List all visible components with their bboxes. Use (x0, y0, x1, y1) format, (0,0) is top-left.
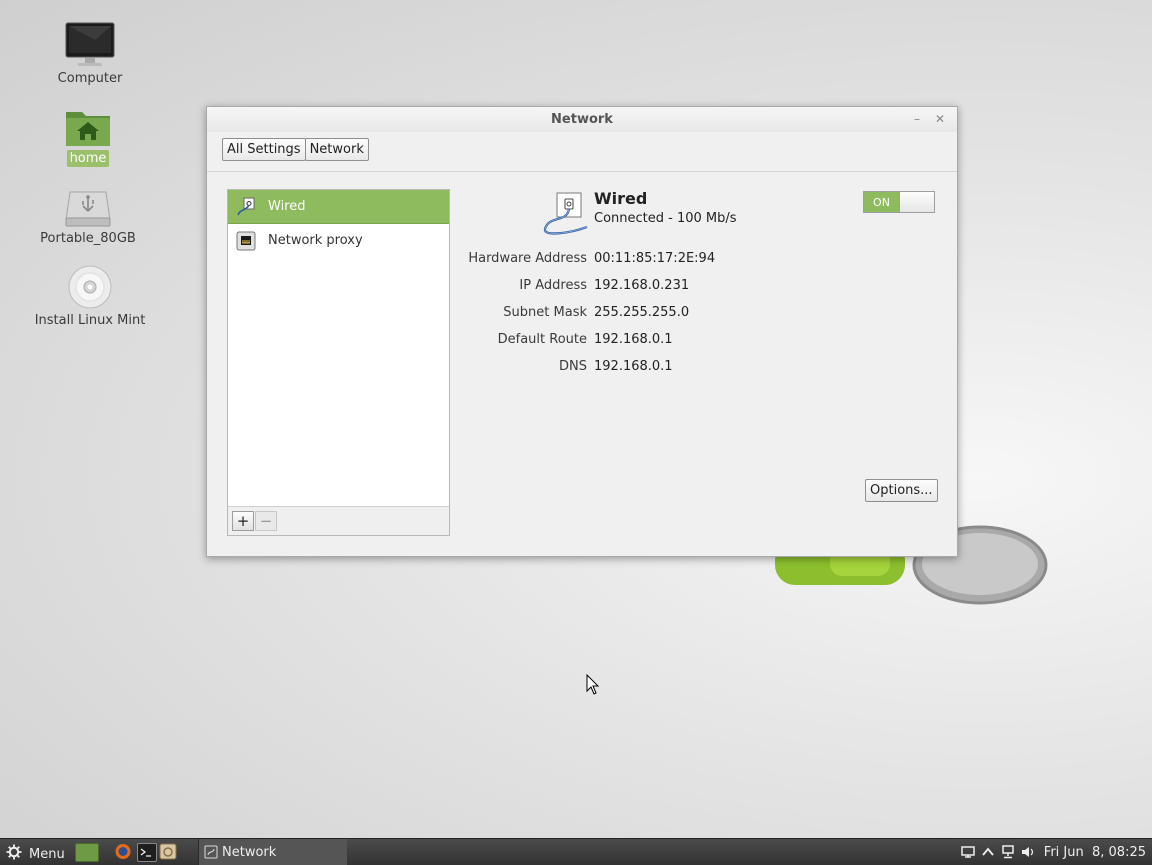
window-titlebar[interactable]: Network – ✕ (207, 107, 957, 132)
connection-name: Wired (594, 189, 648, 208)
sidebar-item-label: Network proxy (268, 233, 363, 248)
desktop-icon-home[interactable]: home (23, 108, 153, 167)
window-title: Network (551, 112, 613, 127)
desktop-icon-label: Install Linux Mint (34, 313, 146, 328)
system-tray: Fri Jun 8, 08:25 (960, 844, 1146, 860)
firefox-icon[interactable] (114, 843, 132, 860)
desktop-icon-label: Portable_80GB (40, 231, 136, 246)
desktop-icon-portable[interactable]: Portable_80GB (23, 188, 153, 247)
property-value: 192.168.0.1 (594, 359, 673, 374)
network-proxy-icon (236, 231, 256, 251)
usb-drive-icon (64, 188, 112, 228)
mouse-cursor-icon (586, 673, 600, 700)
sidebar-item-network-proxy[interactable]: Network proxy (228, 224, 449, 257)
cdrom-icon (67, 264, 113, 310)
breadcrumb-all-settings[interactable]: All Settings (222, 138, 306, 161)
property-row: IP Address 192.168.0.231 (450, 272, 715, 299)
connection-toggle[interactable]: ON (863, 191, 935, 213)
network-settings-icon (204, 845, 218, 859)
breadcrumb: All Settings Network (222, 138, 369, 161)
volume-icon[interactable] (1020, 844, 1036, 860)
menu-label: Menu (29, 846, 65, 862)
desktop-icon-label: home (66, 150, 110, 167)
monitor-icon (65, 22, 115, 68)
list-toolbar: + − (228, 506, 449, 535)
network-icon[interactable] (1000, 844, 1016, 860)
show-desktop-icon[interactable] (75, 843, 99, 862)
chevron-up-icon[interactable] (980, 844, 996, 860)
taskbar-window-network[interactable]: Network (198, 839, 347, 865)
property-label: Default Route (497, 332, 587, 347)
remove-connection-button[interactable]: − (255, 511, 277, 531)
property-value: 192.168.0.1 (594, 332, 673, 347)
connection-status: Connected - 100 Mb/s (594, 211, 737, 226)
minimize-icon[interactable]: – (909, 107, 925, 132)
taskbar-window-label: Network (222, 844, 277, 860)
connection-list: Wired Network proxy + − (227, 189, 450, 536)
sidebar-item-label: Wired (268, 199, 306, 214)
property-value: 192.168.0.231 (594, 278, 690, 293)
menu-button[interactable]: Menu (6, 844, 65, 864)
property-row: Subnet Mask 255.255.255.0 (450, 299, 715, 326)
toggle-on-label: ON (864, 192, 899, 212)
property-label: Hardware Address (468, 251, 587, 266)
property-label: Subnet Mask (503, 305, 587, 320)
connection-properties: Hardware Address 00:11:85:17:2E:94 IP Ad… (450, 245, 715, 380)
close-icon[interactable]: ✕ (932, 107, 948, 132)
terminal-icon[interactable] (137, 843, 157, 862)
home-folder-icon (64, 108, 112, 148)
wired-network-icon (236, 197, 256, 217)
desktop-icon-computer[interactable]: Computer (25, 22, 155, 87)
property-value: 00:11:85:17:2E:94 (594, 251, 716, 266)
desktop-icon-label: Computer (57, 71, 123, 86)
taskbar: Menu Network Fri Jun 8, 08:25 (0, 838, 1152, 865)
property-row: DNS 192.168.0.1 (450, 353, 715, 380)
files-icon[interactable] (159, 843, 177, 860)
desktop-icon-install[interactable]: Install Linux Mint (25, 264, 155, 329)
network-window: Network – ✕ All Settings Network Wired N… (206, 106, 958, 557)
property-value: 255.255.255.0 (594, 305, 690, 320)
clock[interactable]: Fri Jun 8, 08:25 (1044, 845, 1146, 860)
property-row: Hardware Address 00:11:85:17:2E:94 (450, 245, 715, 272)
add-connection-button[interactable]: + (232, 511, 254, 531)
options-button[interactable]: Options... (865, 479, 938, 502)
property-row: Default Route 192.168.0.1 (450, 326, 715, 353)
display-icon[interactable] (960, 844, 976, 860)
header-divider (207, 171, 957, 172)
toggle-knob[interactable] (899, 192, 934, 212)
sidebar-item-wired[interactable]: Wired (228, 190, 449, 224)
property-label: IP Address (519, 278, 587, 293)
wired-connection-icon (541, 191, 591, 239)
property-label: DNS (559, 359, 587, 374)
gear-icon (6, 844, 22, 864)
breadcrumb-network[interactable]: Network (304, 138, 369, 161)
